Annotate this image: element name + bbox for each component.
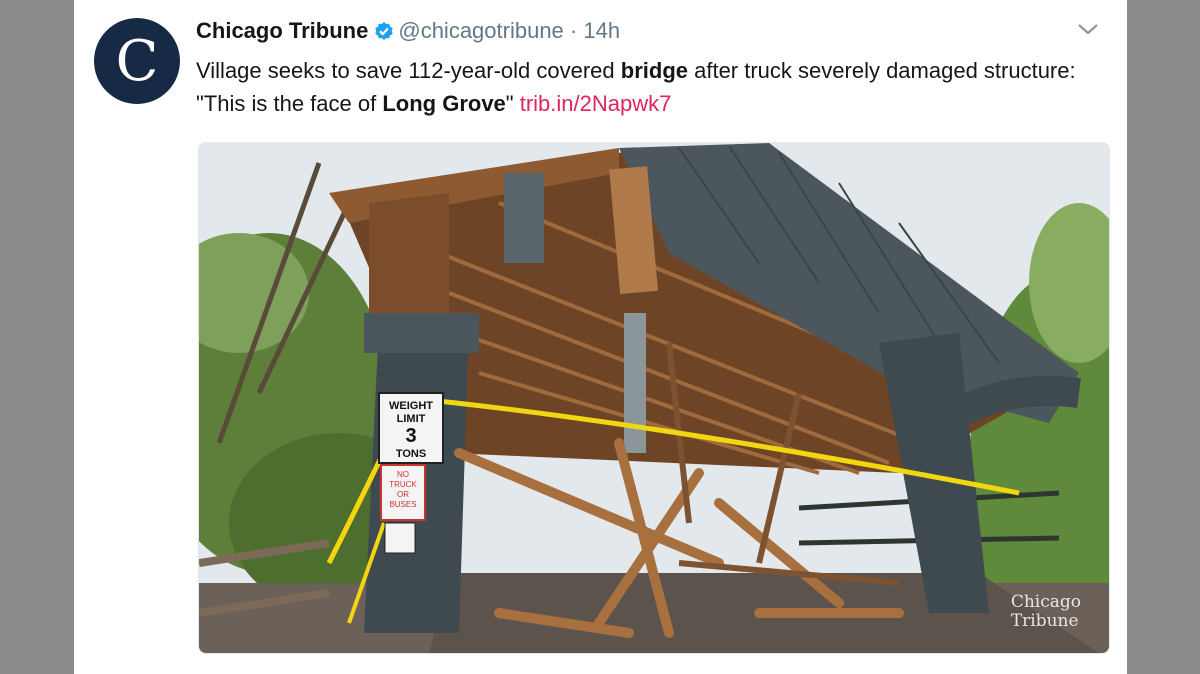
svg-text:C: C	[116, 29, 159, 94]
separator-dot: ·	[569, 18, 578, 43]
hashtag-bridge: bridge	[620, 58, 688, 83]
svg-text:3: 3	[405, 425, 416, 447]
chevron-down-icon[interactable]	[1077, 22, 1099, 36]
watermark-line: Tribune	[1010, 611, 1079, 631]
display-name[interactable]: Chicago Tribune	[196, 18, 368, 43]
tweet-text-part: Village seeks to save 112-year-old cover…	[196, 58, 621, 83]
chicago-tribune-watermark: Chicago Tribune	[1011, 593, 1081, 631]
svg-text:OR: OR	[397, 490, 409, 499]
svg-text:BUSES: BUSES	[389, 500, 416, 509]
tweet-link[interactable]: trib.in/2Napwk7	[520, 91, 672, 116]
chicago-tribune-logo-icon: C	[116, 29, 159, 94]
svg-text:WEIGHT: WEIGHT	[389, 400, 433, 412]
svg-text:NO: NO	[397, 470, 409, 479]
tweet-card[interactable]: C Chicago Tribune @chicagotribune · 14h V…	[74, 0, 1127, 674]
tweet-text: Village seeks to save 112-year-old cover…	[196, 54, 1116, 120]
tweet-text-part: "	[505, 91, 520, 116]
avatar[interactable]: C	[94, 18, 180, 104]
damaged-covered-bridge-photo: WEIGHT LIMIT 3 TONS NO TRUCK OR BUSES	[199, 143, 1109, 653]
handle[interactable]: @chicagotribune	[398, 18, 563, 43]
svg-text:TONS: TONS	[396, 448, 426, 460]
svg-text:LIMIT: LIMIT	[397, 413, 426, 425]
svg-text:TRUCK: TRUCK	[389, 480, 417, 489]
tweet-photo[interactable]: WEIGHT LIMIT 3 TONS NO TRUCK OR BUSES Ch…	[198, 142, 1110, 654]
tweet-header: Chicago Tribune @chicagotribune · 14h	[196, 18, 1097, 48]
keyword-long-grove: Long Grove	[382, 91, 506, 116]
watermark-line: Chicago	[1010, 592, 1081, 612]
verified-badge-icon	[374, 21, 394, 47]
timestamp[interactable]: 14h	[583, 18, 620, 43]
